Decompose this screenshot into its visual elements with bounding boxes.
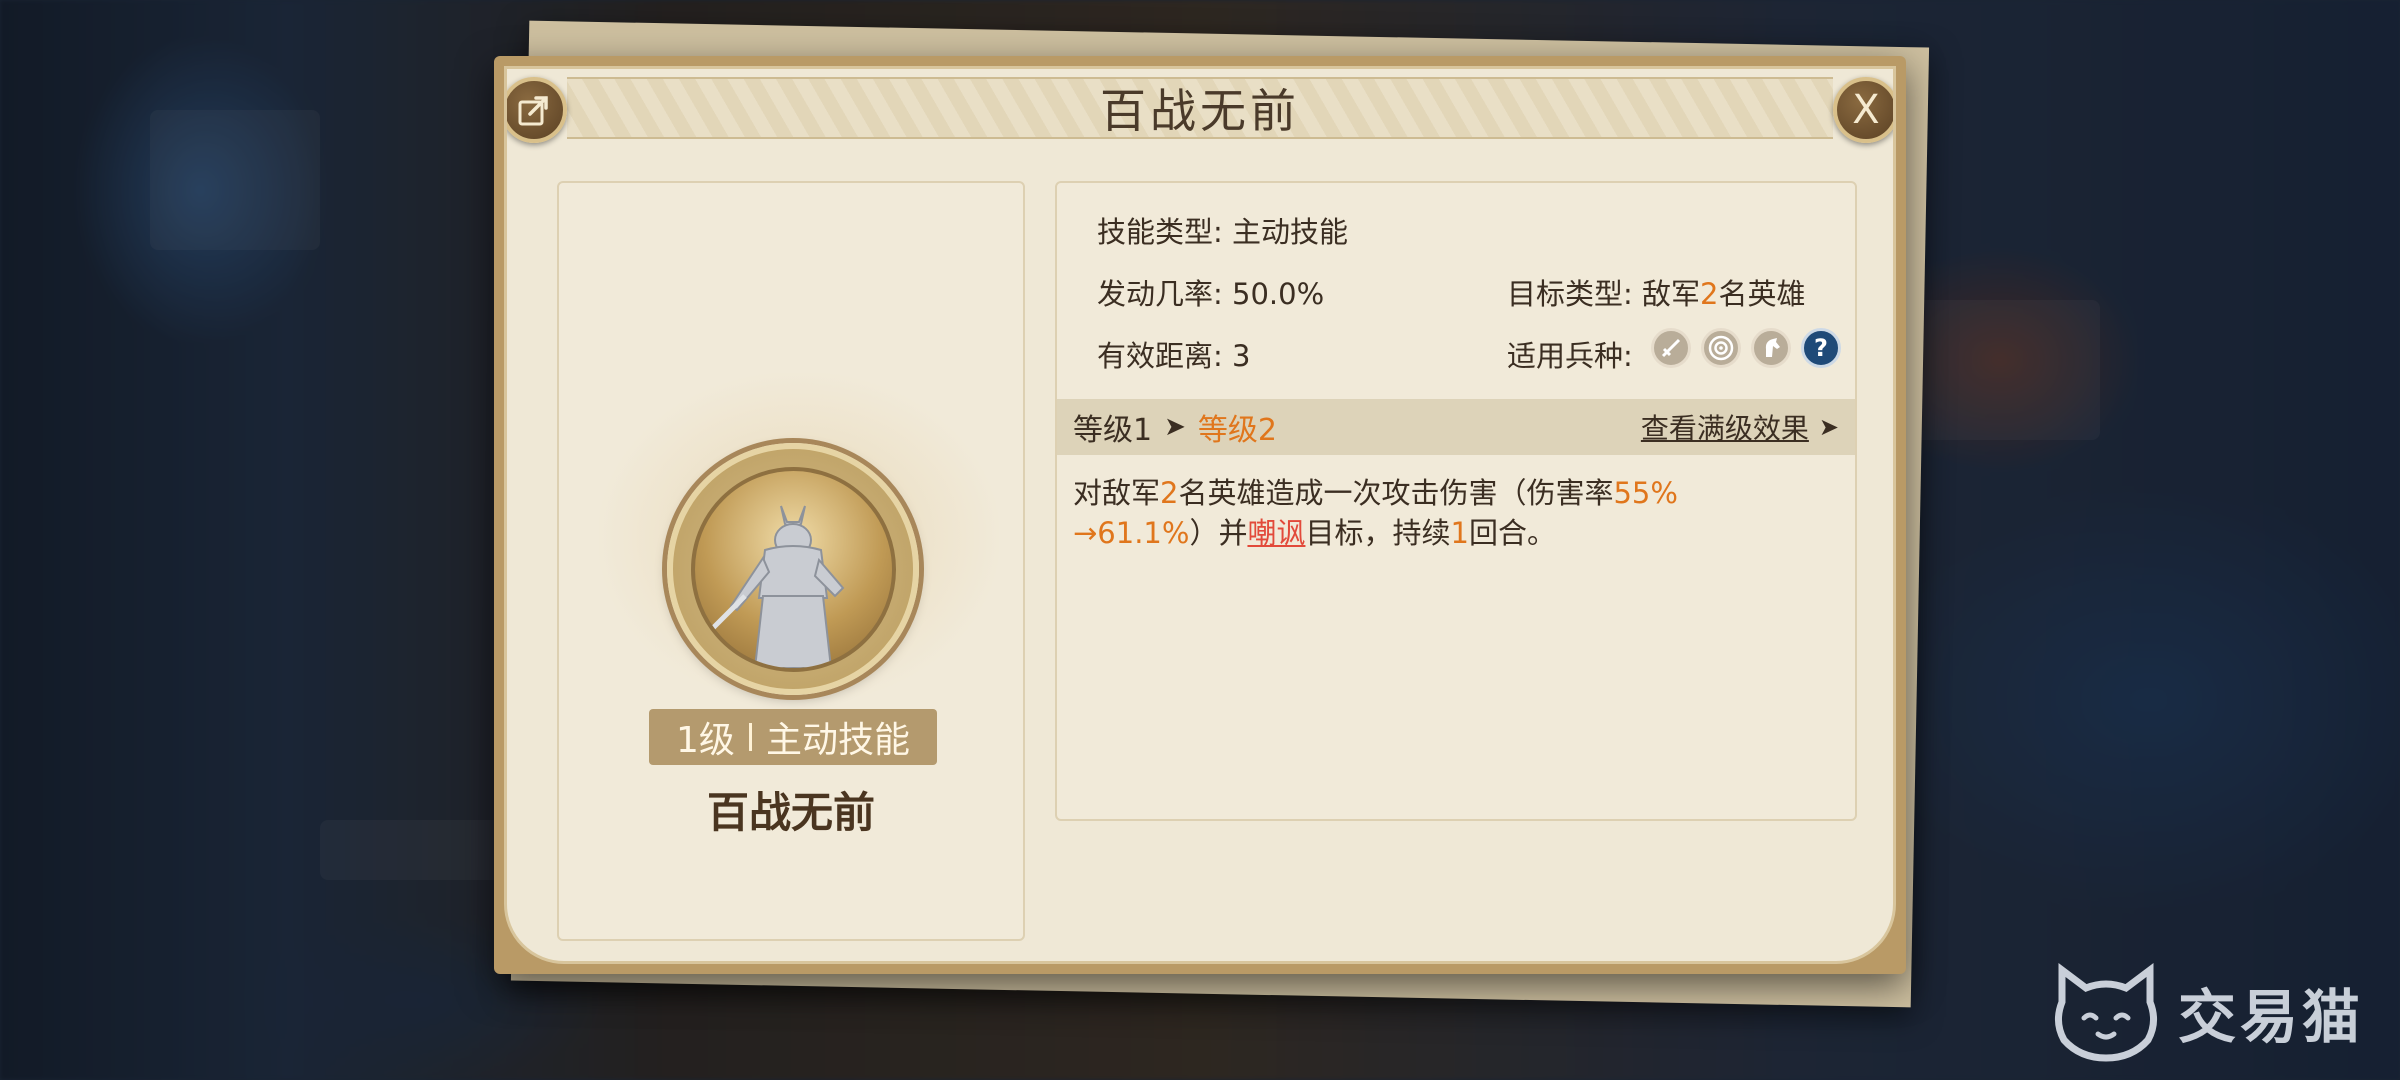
desc-text: ）并 [1189,516,1248,550]
dialog-title-bar: 百战无前 [567,77,1833,139]
next-level: 等级2 [1197,413,1277,448]
skill-type-label: 技能类型: [1097,215,1223,249]
desc-text: 目标，持续 [1305,516,1451,550]
share-icon [518,96,548,126]
chevron-right-icon: ➤ [1818,413,1839,441]
sword-icon[interactable] [1651,328,1691,368]
target-type-suffix: 名英雄 [1718,277,1806,311]
close-icon: X [1852,87,1880,133]
cat-logo-icon [2055,963,2157,1062]
horse-icon[interactable] [1751,328,1791,368]
skill-type-row: 技能类型: 主动技能 [1097,209,1348,251]
dialog-title: 百战无前 [1100,84,1300,138]
trigger-rate-label: 发动几率: [1097,277,1223,311]
target-type-label: 目标类型: [1507,277,1633,311]
troop-type-label: 适用兵种: [1507,339,1633,373]
samurai-icon [711,505,845,668]
target-count: 2 [1700,277,1719,311]
watermark: 交易猫 [2048,962,2364,1062]
trigger-rate-value: 50.0% [1232,277,1325,311]
desc-text: 对敌军 [1073,476,1161,510]
skill-type-badge: 主动技能 [765,720,910,761]
level-comparison-bar: 等级1 ➤ 等级2 查看满级效果 ➤ [1057,399,1855,455]
range-row: 有效距离: 3 [1097,333,1250,375]
close-button[interactable]: X [1833,77,1893,143]
range-label: 有效距离: [1097,339,1223,373]
target-type-row: 目标类型: 敌军2名英雄 [1507,271,1805,313]
skill-portrait-panel: 1级 主动技能 百战无前 [557,181,1025,941]
view-max-level-link[interactable]: 查看满级效果 [1641,407,1809,447]
skill-info-panel: 技能类型: 主动技能 发动几率: 50.0% 有效距离: 3 目标类型: 敌军2… [1055,181,1857,821]
desc-damage-rate-upgraded: →61.1% [1073,516,1190,550]
bow-target-icon[interactable] [1701,328,1741,368]
desc-duration: 1 [1450,516,1469,550]
share-button[interactable] [507,77,567,143]
range-value: 3 [1232,339,1251,373]
desc-target-count: 2 [1160,476,1179,510]
dialog-body: 百战无前 X 1级 主动技能 百战无前 技能类型: 主动技能 发动几率: 50.… [504,66,1896,964]
troop-type-icons: ? [1651,328,1841,368]
level-arrow-icon: ➤ [1164,412,1186,442]
current-level: 等级1 [1073,413,1153,448]
question-icon[interactable]: ? [1801,328,1841,368]
desc-text: 名英雄造成一次攻击伤害（伤害率 [1178,476,1614,510]
watermark-text: 交易猫 [2178,983,2365,1051]
skill-detail-dialog: 百战无前 X 1级 主动技能 百战无前 技能类型: 主动技能 发动几率: 50.… [494,56,1906,974]
target-type-prefix: 敌军 [1642,277,1701,311]
troop-type-row: 适用兵种: [1507,333,1633,375]
skill-level-badge: 1级 主动技能 [649,709,937,765]
desc-damage-rate: 55% [1613,476,1678,510]
skill-name: 百战无前 [706,788,875,837]
skill-type-value: 主动技能 [1232,215,1349,249]
trigger-rate-row: 发动几率: 50.0% [1097,271,1324,313]
skill-level: 1级 [676,720,735,761]
skill-portrait [690,466,896,672]
desc-text: 回合。 [1468,516,1556,550]
skill-medal [667,443,919,695]
badge-divider [748,723,752,751]
desc-status-taunt[interactable]: 嘲讽 [1247,516,1305,550]
skill-description: 对敌军2名英雄造成一次攻击伤害（伤害率55% →61.1%）并嘲讽目标，持续1回合… [1073,473,1713,553]
